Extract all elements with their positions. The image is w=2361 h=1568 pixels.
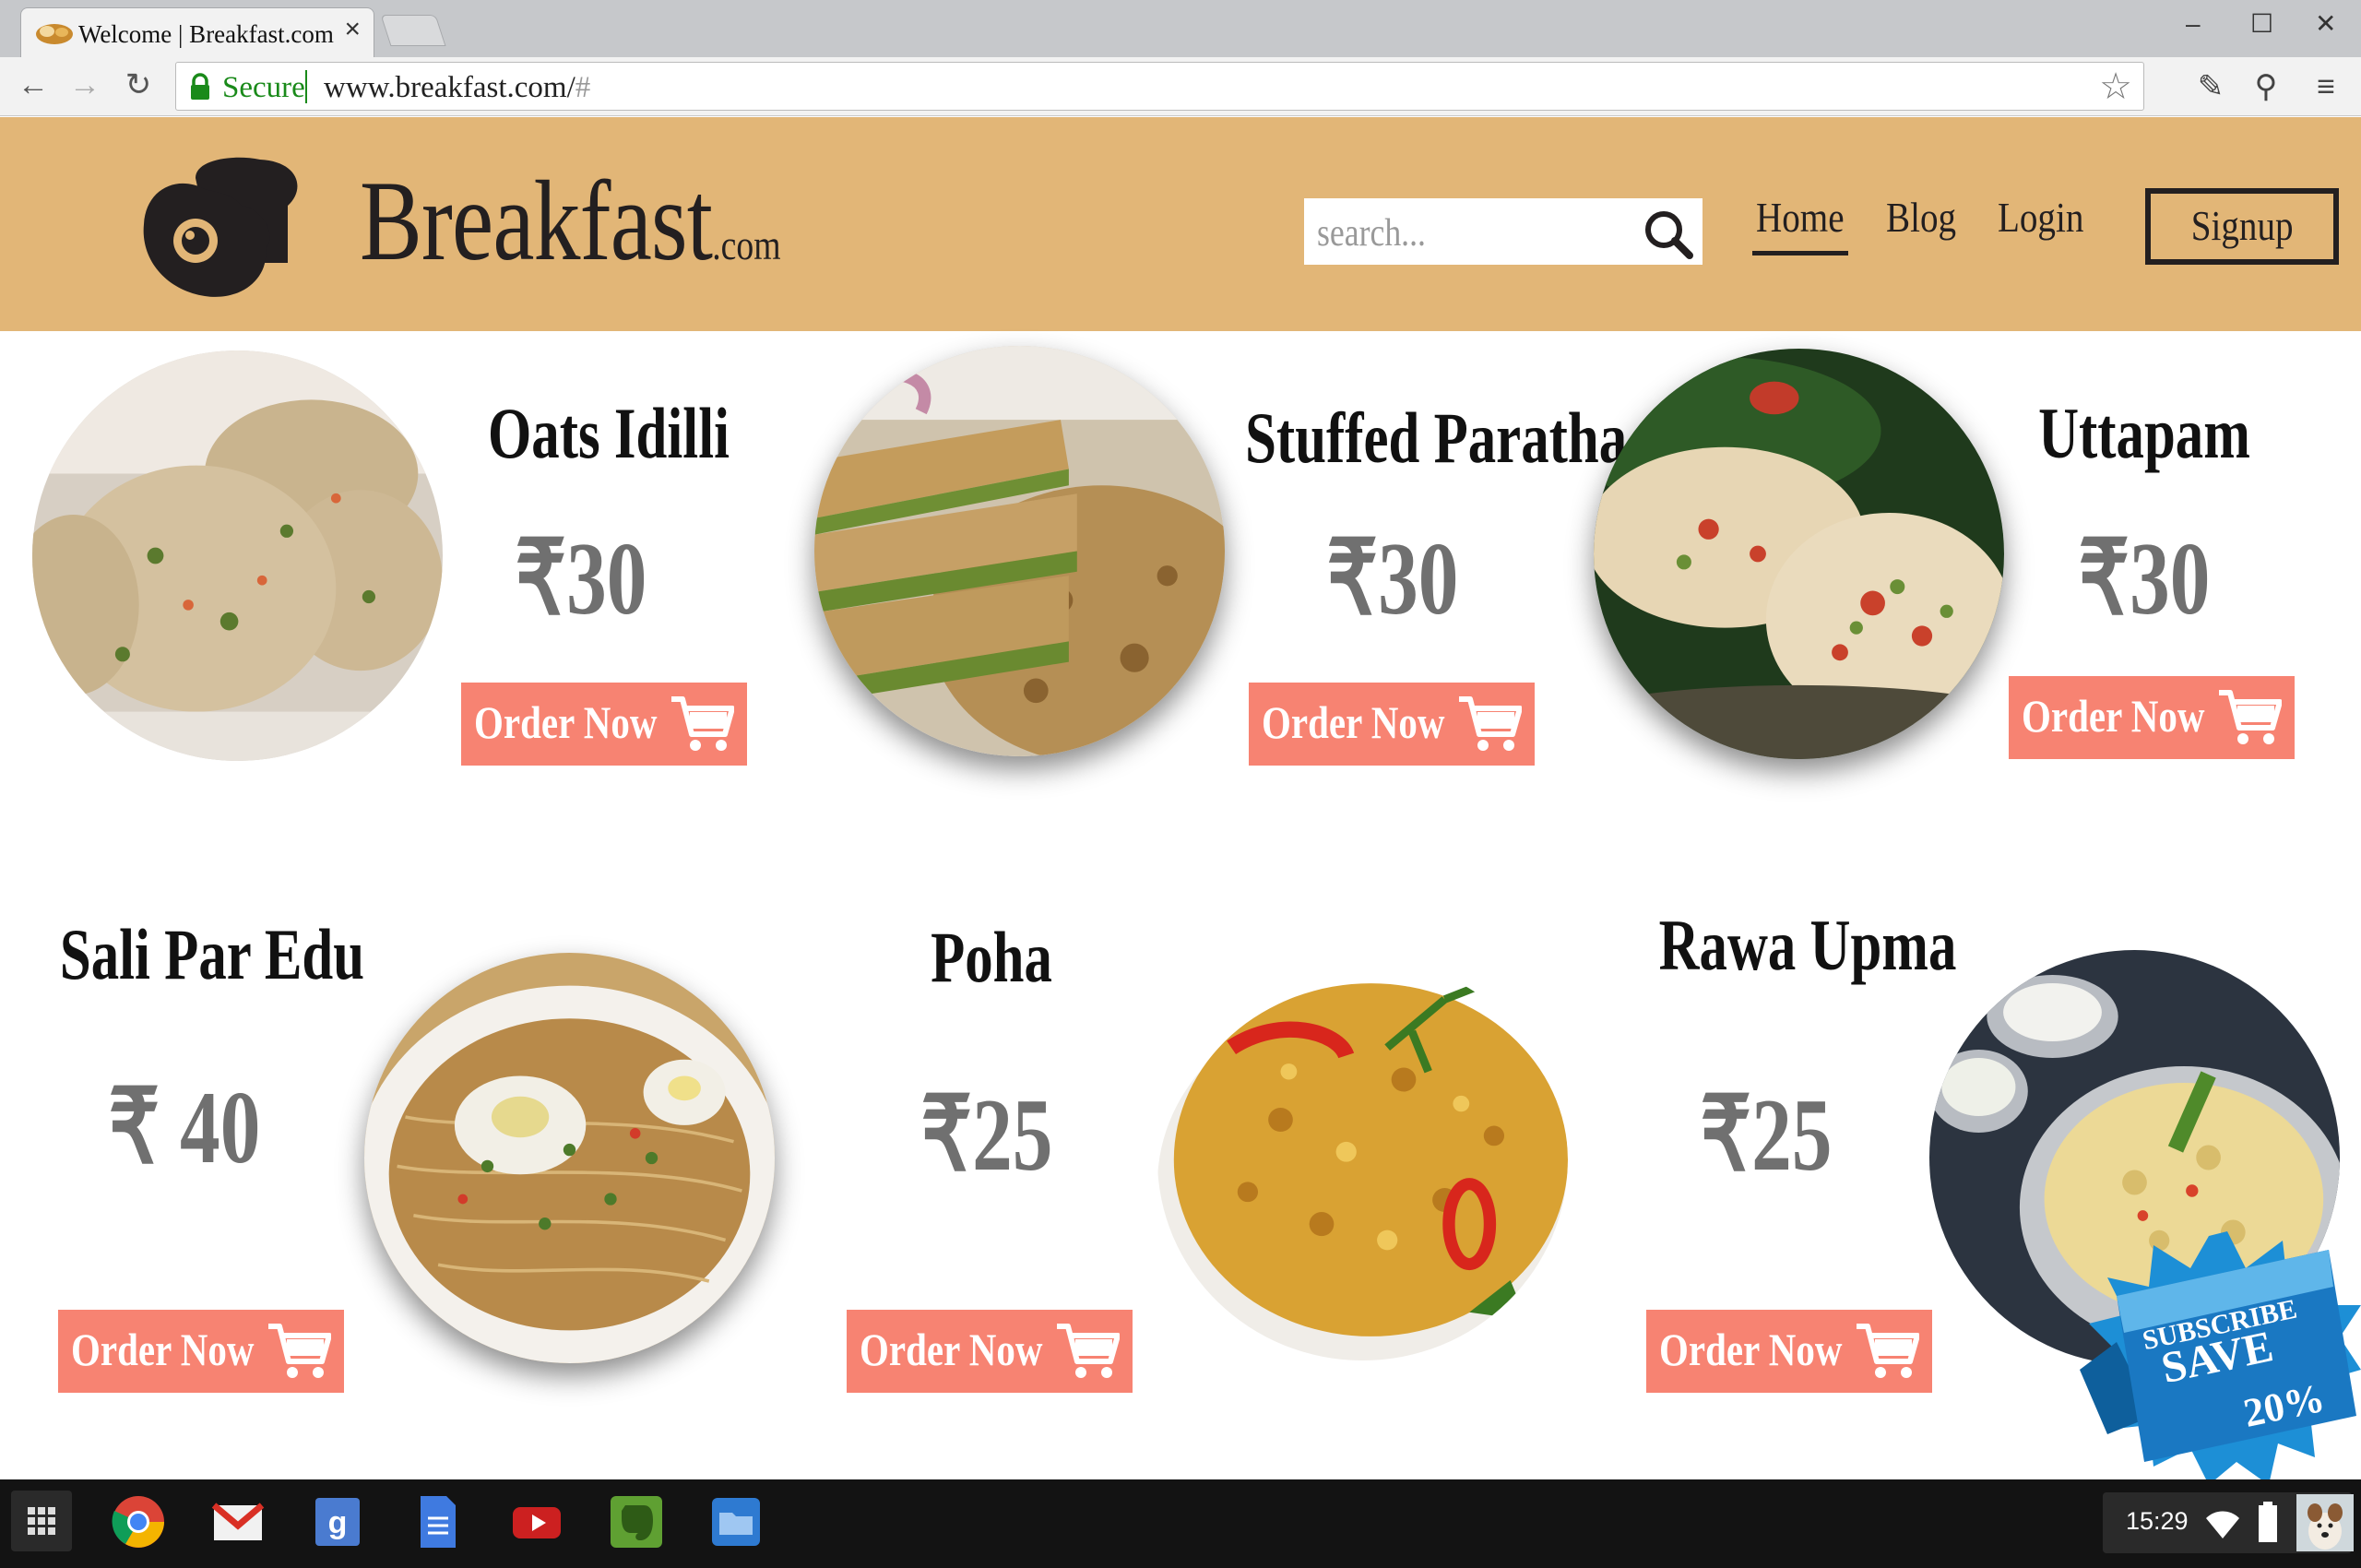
product-name: Rawa Upma [1658,905,1957,985]
gmail-icon[interactable] [208,1492,267,1551]
minimize-icon[interactable]: – [2186,6,2201,42]
cart-icon [1057,1324,1120,1378]
stuffed-paratha-photo [814,346,1225,756]
wifi-icon [2206,1511,2239,1538]
poha-photo [1157,959,1568,1360]
search-input[interactable]: search... [1317,211,1426,255]
avatar[interactable] [2296,1494,2354,1551]
product-name: Poha [931,917,1052,997]
nav-login[interactable]: Login [1998,193,2083,242]
cart-icon [268,1324,331,1378]
files-icon[interactable] [706,1492,765,1551]
cart-icon [1459,696,1522,751]
product-name: Uttapam [2038,393,2250,473]
nav-home[interactable]: Home [1756,193,1845,242]
svg-text:g: g [328,1505,348,1540]
product-name: Stuffed Paratha [1245,398,1628,478]
sali-par-edu-photo [364,953,775,1363]
battery-icon [2259,1502,2277,1542]
maximize-icon[interactable]: ☐ [2250,6,2273,42]
product-price: ₹25 [1700,1078,1833,1193]
evernote-extension-icon[interactable]: ✎ [2190,66,2231,107]
reload-icon[interactable]: ↻ [118,65,159,105]
browser-tab[interactable]: Welcome | Breakfast.com × [20,7,374,57]
search-box[interactable]: search... [1304,198,1703,265]
lock-icon [191,73,209,100]
url-text: www.breakfast.com/# [324,71,591,104]
product-name: Sali Par Edu [59,914,365,994]
cart-icon [2219,690,2282,744]
launcher-icon[interactable] [11,1491,72,1551]
address-separator [305,70,307,103]
secure-label: Secure [222,71,305,104]
breakfast-favicon [36,24,73,44]
cart-icon [671,696,734,751]
order-now-button[interactable]: Order Now [1249,683,1535,766]
product-name: Oats Idilli [487,393,730,473]
order-now-button[interactable]: Order Now [847,1310,1133,1393]
breakfast-logo-icon [143,157,298,297]
product-price: ₹25 [920,1078,1053,1193]
address-bar[interactable]: Secure www.breakfast.com/# ☆ [175,62,2144,111]
tab-close-icon[interactable]: × [344,16,361,43]
order-now-button[interactable]: Order Now [461,683,747,766]
close-window-icon[interactable]: ✕ [2315,6,2336,42]
oats-idilli-photo [32,350,443,761]
bookmark-star-icon[interactable]: ☆ [2099,66,2132,107]
evernote-icon[interactable] [607,1492,666,1551]
docs-icon[interactable] [408,1492,467,1551]
extension-icon[interactable]: ⚲ [2246,66,2286,107]
google-search-icon[interactable]: g [308,1492,367,1551]
product-price: ₹30 [1326,522,1459,636]
site-header: Breakfast.com search... Home Blog Login … [0,117,2361,331]
order-now-button[interactable]: Order Now [1646,1310,1932,1393]
search-icon[interactable] [1640,206,1695,261]
browser-toolbar: ← → ↻ Secure www.breakfast.com/# ☆ ✎ ⚲ ≡ [0,57,2361,116]
product-price: ₹30 [2078,522,2211,636]
new-tab-button[interactable] [380,15,446,46]
order-now-button[interactable]: Order Now [58,1310,344,1393]
tab-title: Welcome | Breakfast.com [78,20,334,48]
cart-icon [1857,1324,1919,1378]
clock: 15:29 [2126,1507,2189,1535]
forward-icon[interactable]: → [65,65,105,105]
subscribe-save-badge[interactable]: SUBSCRIBE SAVE 20% [2052,1231,2361,1485]
menu-icon[interactable]: ≡ [2306,66,2346,107]
back-icon[interactable]: ← [13,65,53,105]
uttapam-photo [1594,349,2004,759]
chrome-icon[interactable] [109,1492,168,1551]
order-now-button[interactable]: Order Now [2009,676,2295,759]
site-brand[interactable]: Breakfast.com [360,156,781,287]
youtube-icon[interactable] [507,1492,566,1551]
product-price: ₹ 40 [108,1071,261,1185]
browser-tab-strip: Welcome | Breakfast.com × – ☐ ✕ [0,0,2361,57]
nav-blog[interactable]: Blog [1886,193,1956,242]
signup-button[interactable]: Signup [2145,188,2339,265]
nav-home-underline [1752,251,1848,255]
os-shelf: g 15:29 [0,1479,2361,1568]
product-price: ₹30 [515,522,647,636]
